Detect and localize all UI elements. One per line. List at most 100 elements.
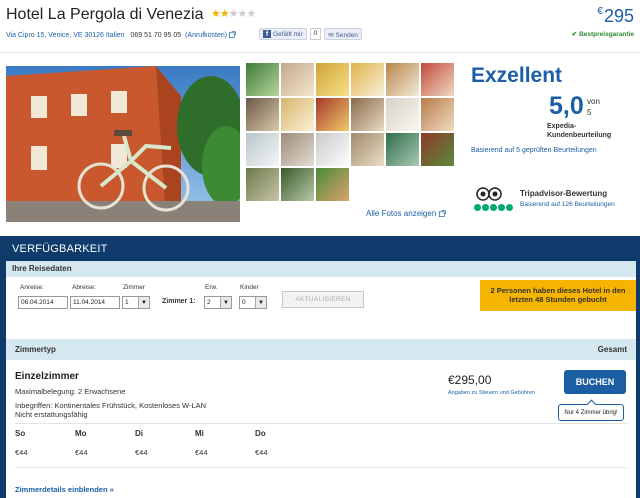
header-divider [0, 52, 640, 53]
rating-label-line2: Kundenbeurteilung [547, 132, 612, 139]
photo-thumbnail[interactable] [316, 168, 349, 201]
all-photos-link[interactable]: Alle Fotos anzeigen [366, 209, 446, 218]
availability-title: VERFÜGBARKEIT [12, 243, 108, 255]
external-link-icon [438, 210, 446, 217]
photo-thumbnail[interactable] [386, 63, 419, 96]
rating-bubble [474, 204, 481, 211]
adults-select[interactable]: 2 ▼ [204, 296, 232, 309]
facebook-like-button[interactable]: f Gefällt mir [259, 28, 307, 40]
day-label: So [15, 429, 26, 438]
day-label: Mo [75, 429, 87, 438]
photo-thumbnail[interactable] [246, 63, 279, 96]
room-price: €295,00 [448, 373, 492, 387]
photo-thumbnail[interactable] [421, 133, 454, 166]
rating-score: 5,0 [549, 92, 584, 120]
chevron-down-icon: ▼ [255, 297, 266, 308]
room-table-header: Zimmertyp Gesamt [6, 339, 636, 360]
external-link-icon [229, 31, 236, 38]
hotel-photo-image [6, 66, 240, 222]
facebook-icon: f [263, 30, 271, 38]
hotel-phone: 069 51 70 95 05 [130, 32, 182, 39]
rating-bubble [490, 204, 497, 211]
availability-panel: VERFÜGBARKEIT Ihre Reisedaten Anreise: 0… [0, 236, 640, 498]
row-divider [15, 423, 627, 424]
room-details-toggle[interactable]: Zimmerdetails einblenden » [15, 485, 114, 494]
travel-dates-heading: Ihre Reisedaten [6, 261, 636, 277]
day-price: €44 [15, 448, 28, 457]
photo-thumbnail[interactable] [281, 168, 314, 201]
main-hotel-photo[interactable] [6, 66, 240, 222]
tripadvisor-bubbles [474, 204, 513, 211]
photo-thumbnail[interactable] [281, 63, 314, 96]
chevron-down-icon: ▼ [138, 297, 149, 308]
photo-thumbnail[interactable] [421, 98, 454, 131]
room1-label: Zimmer 1: [162, 298, 196, 305]
rating-word: Exzellent [471, 64, 563, 87]
like-count: 0 [309, 28, 322, 40]
rooms-remaining-badge: Nur 4 Zimmer übrig! [558, 404, 624, 421]
tripadvisor-owl-icon [476, 187, 502, 201]
rating-von: von [587, 97, 600, 106]
photo-thumbnail[interactable] [246, 168, 279, 201]
price-amount: 295 [603, 6, 634, 26]
tax-info-link[interactable]: Angaben zu Steuern und Gebühren [448, 390, 535, 396]
update-button[interactable]: AKTUALISIEREN [282, 291, 364, 308]
guarantee-label: Bestpreisgarantie [579, 31, 634, 38]
send-label: Senden [335, 32, 358, 39]
availability-content: Ihre Reisedaten Anreise: 06.04.2014 Abre… [6, 261, 636, 498]
photo-thumbnail[interactable] [386, 133, 419, 166]
phone-cost-link[interactable]: (Anrufkosten) [185, 32, 227, 39]
photo-thumbnail[interactable] [246, 133, 279, 166]
recent-bookings-alert: 2 Personen haben dieses Hotel in den let… [480, 280, 636, 311]
hotel-name: Hotel La Pergola di Venezia [6, 6, 204, 23]
room-inclusive: Inbegriffen: Kontinentales Frühstück, Ko… [15, 401, 207, 410]
photo-thumbnail[interactable] [316, 98, 349, 131]
tripadvisor-based-on-link[interactable]: Basierend auf 126 Beurteilungen [520, 201, 615, 208]
photo-thumbnail[interactable] [351, 63, 384, 96]
rooms-value: 1 [125, 299, 129, 306]
photo-thumbnail[interactable] [281, 98, 314, 131]
rating-max: 5 [587, 108, 592, 117]
rooms-select[interactable]: 1 ▼ [122, 296, 150, 309]
rating-bubble [506, 204, 513, 211]
photo-thumbnail[interactable] [386, 98, 419, 131]
photo-thumbnail-grid [246, 63, 458, 203]
rating-bubble [498, 204, 505, 211]
day-price: €44 [255, 448, 268, 457]
children-label: Kinder [240, 284, 259, 291]
photo-thumbnail[interactable] [281, 133, 314, 166]
room-refund-policy: Nicht erstattungsfähig [15, 410, 88, 419]
photo-thumbnail[interactable] [351, 98, 384, 131]
adults-value: 2 [207, 299, 211, 306]
day-price: €44 [75, 448, 88, 457]
checkout-label: Abreise: [72, 284, 96, 291]
hotel-address[interactable]: Via Cipro 15, Venice, VE 30126 Italien [6, 32, 125, 39]
day-price: €44 [135, 448, 148, 457]
rating-scale: von 5 [587, 96, 600, 118]
adults-label: Erw. [205, 284, 218, 291]
room-name: Einzelzimmer [15, 371, 79, 382]
row-divider [15, 467, 627, 468]
photo-thumbnail[interactable] [351, 133, 384, 166]
hotel-address-line: Via Cipro 15, Venice, VE 30126 Italien 0… [6, 31, 236, 39]
best-price-guarantee[interactable]: ✔ Bestpreisgarantie [572, 30, 634, 38]
day-label: Do [255, 429, 266, 438]
like-label: Gefällt mir [273, 30, 303, 38]
facebook-send-button[interactable]: ✉ Senden [324, 28, 362, 40]
photo-thumbnail[interactable] [421, 63, 454, 96]
checkout-date-input[interactable]: 11.04.2014 [70, 296, 120, 309]
day-label: Di [135, 429, 143, 438]
children-select[interactable]: 0 ▼ [239, 296, 267, 309]
rating-bubble [482, 204, 489, 211]
photo-thumbnail[interactable] [316, 63, 349, 96]
rating-label: Expedia- Kundenbeurteilung [547, 122, 611, 140]
photo-thumbnail[interactable] [246, 98, 279, 131]
header-price: €295 [597, 6, 634, 27]
tripadvisor-rating: Tripadvisor-Bewertung Basierend auf 126 … [470, 182, 634, 218]
price-currency: € [597, 6, 603, 17]
rating-based-on-link[interactable]: Basierend auf 5 geprüften Beurteilungen [471, 147, 597, 154]
children-value: 0 [242, 299, 246, 306]
checkin-date-input[interactable]: 06.04.2014 [18, 296, 68, 309]
photo-thumbnail[interactable] [316, 133, 349, 166]
book-button[interactable]: BUCHEN [564, 370, 626, 394]
